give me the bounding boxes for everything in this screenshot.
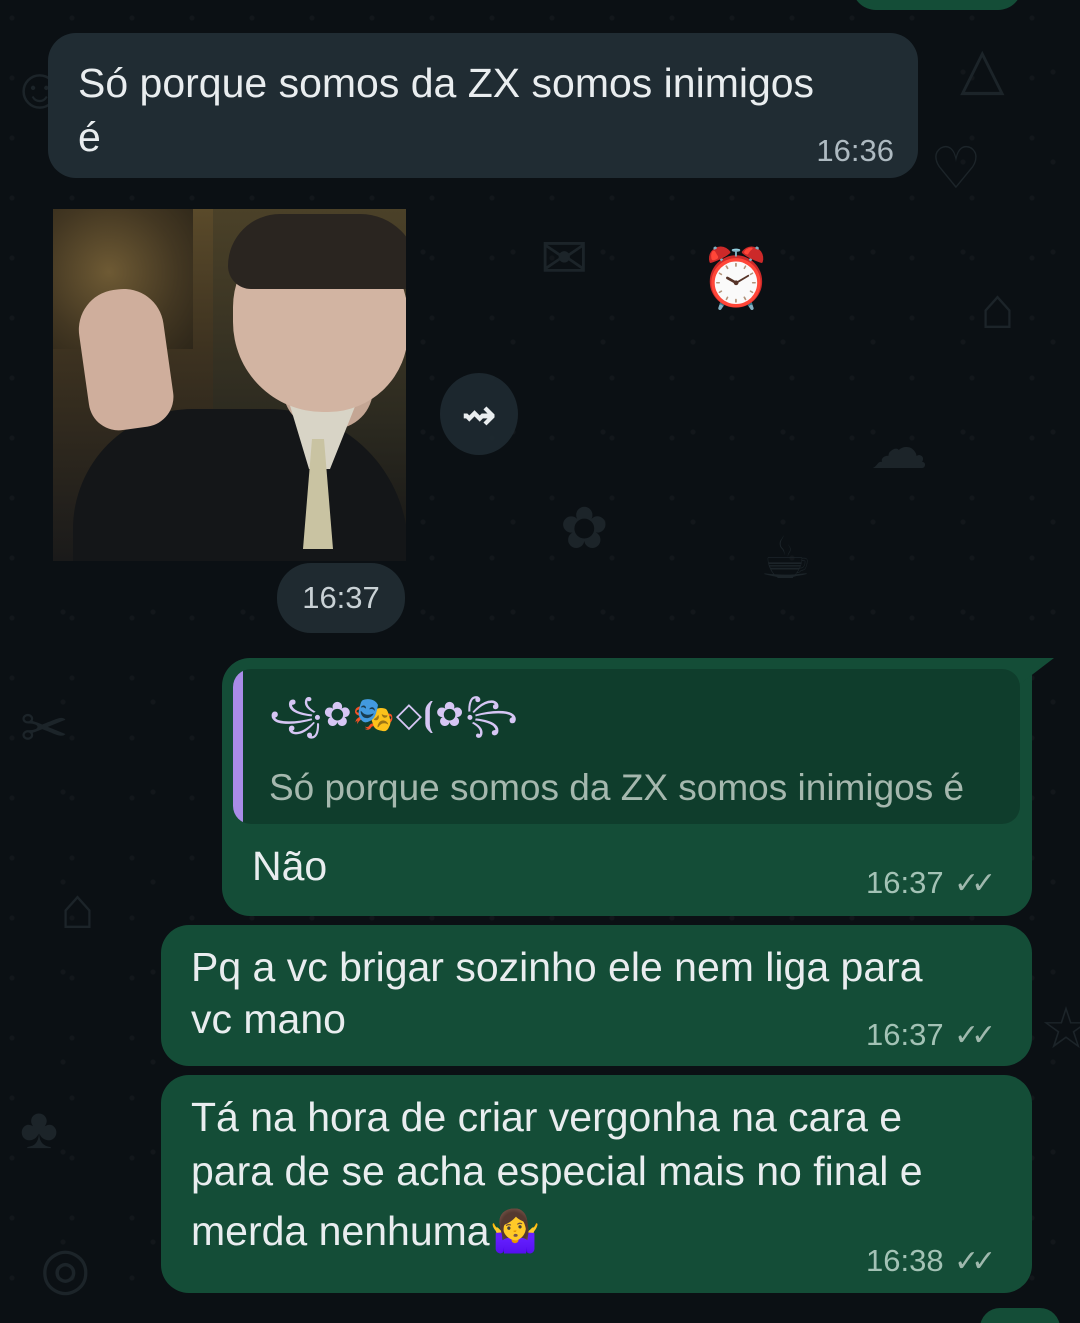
doodle-icon: ♡ <box>930 136 982 201</box>
message-text-line: é <box>78 114 101 160</box>
doodle-icon: ⏰ <box>700 246 773 311</box>
photo-hair <box>228 214 406 289</box>
doodle-icon: ⌂ <box>980 276 1016 341</box>
image-message[interactable] <box>53 209 406 561</box>
quote-bar <box>233 669 243 824</box>
bubble-tail <box>1020 658 1054 684</box>
outgoing-message-bubble[interactable]: Pq a vc brigar sozinho ele nem liga para… <box>161 925 1032 1066</box>
doodle-icon: ☕ <box>760 526 812 591</box>
doodle-icon: ◎ <box>40 1236 91 1301</box>
double-check-icon: ✓✓ <box>954 867 996 900</box>
doodle-icon: ☆ <box>1040 996 1080 1061</box>
message-time: 16:37 <box>866 1017 944 1052</box>
message-meta: 16:37 ✓✓ <box>866 1017 996 1053</box>
next-outgoing-bubble <box>980 1308 1060 1323</box>
message-text-line: Só porque somos da ZX somos inimigos <box>78 60 815 106</box>
message-time: 16:38 <box>866 1243 944 1278</box>
message-time: 16:37 <box>866 865 944 900</box>
incoming-message-bubble[interactable]: Só porque somos da ZX somos inimigos é 1… <box>48 33 918 178</box>
image-time-badge: 16:37 <box>277 563 405 633</box>
doodle-icon: ✉ <box>540 226 589 291</box>
message-time: 16:37 <box>302 580 380 615</box>
message-text-line-with-emoji: merda nenhuma🤷‍♀️ <box>191 1205 541 1258</box>
message-time: 16:36 <box>816 133 894 168</box>
forward-icon: ⇝ <box>461 390 497 438</box>
message-text: Não <box>252 843 328 889</box>
chat-area[interactable]: ☺ ♡ ⌂ ☁ ✉ ⏰ ✿ ☕ ✂ ⌂ ♣ ◎ ☆ △ Só porque so… <box>0 0 1080 1323</box>
quoted-message[interactable]: ꧁✿🎭◇⦗✿꧂ Só porque somos da ZX somos inim… <box>233 669 1020 824</box>
doodle-icon: ♣ <box>20 1096 59 1161</box>
message-text-line: vc mano <box>191 996 346 1042</box>
doodle-icon: ✂ <box>20 696 69 761</box>
message-text-line: para de se acha especial mais no final e <box>191 1148 923 1194</box>
message-text-line: Pq a vc brigar sozinho ele nem liga para <box>191 944 923 990</box>
doodle-icon: △ <box>960 36 1005 101</box>
message-meta: 16:37 ✓✓ <box>866 865 996 901</box>
doodle-icon: ⌂ <box>60 876 96 941</box>
doodle-icon: ☁ <box>870 416 928 481</box>
previous-outgoing-bubble <box>852 0 1022 10</box>
message-meta: 16:38 ✓✓ <box>866 1243 996 1279</box>
doodle-icon: ✿ <box>560 496 609 561</box>
shrug-emoji-icon: 🤷‍♀️ <box>489 1208 541 1254</box>
outgoing-message-bubble[interactable]: Tá na hora de criar vergonha na cara e p… <box>161 1075 1032 1293</box>
quote-text: Só porque somos da ZX somos inimigos é <box>269 767 965 808</box>
quote-author: ꧁✿🎭◇⦗✿꧂ <box>269 696 519 734</box>
message-text: merda nenhuma <box>191 1208 490 1254</box>
message-text-line: Tá na hora de criar vergonha na cara e <box>191 1094 903 1140</box>
double-check-icon: ✓✓ <box>954 1245 996 1278</box>
forward-button[interactable]: ⇝ <box>440 373 518 455</box>
double-check-icon: ✓✓ <box>954 1019 996 1052</box>
